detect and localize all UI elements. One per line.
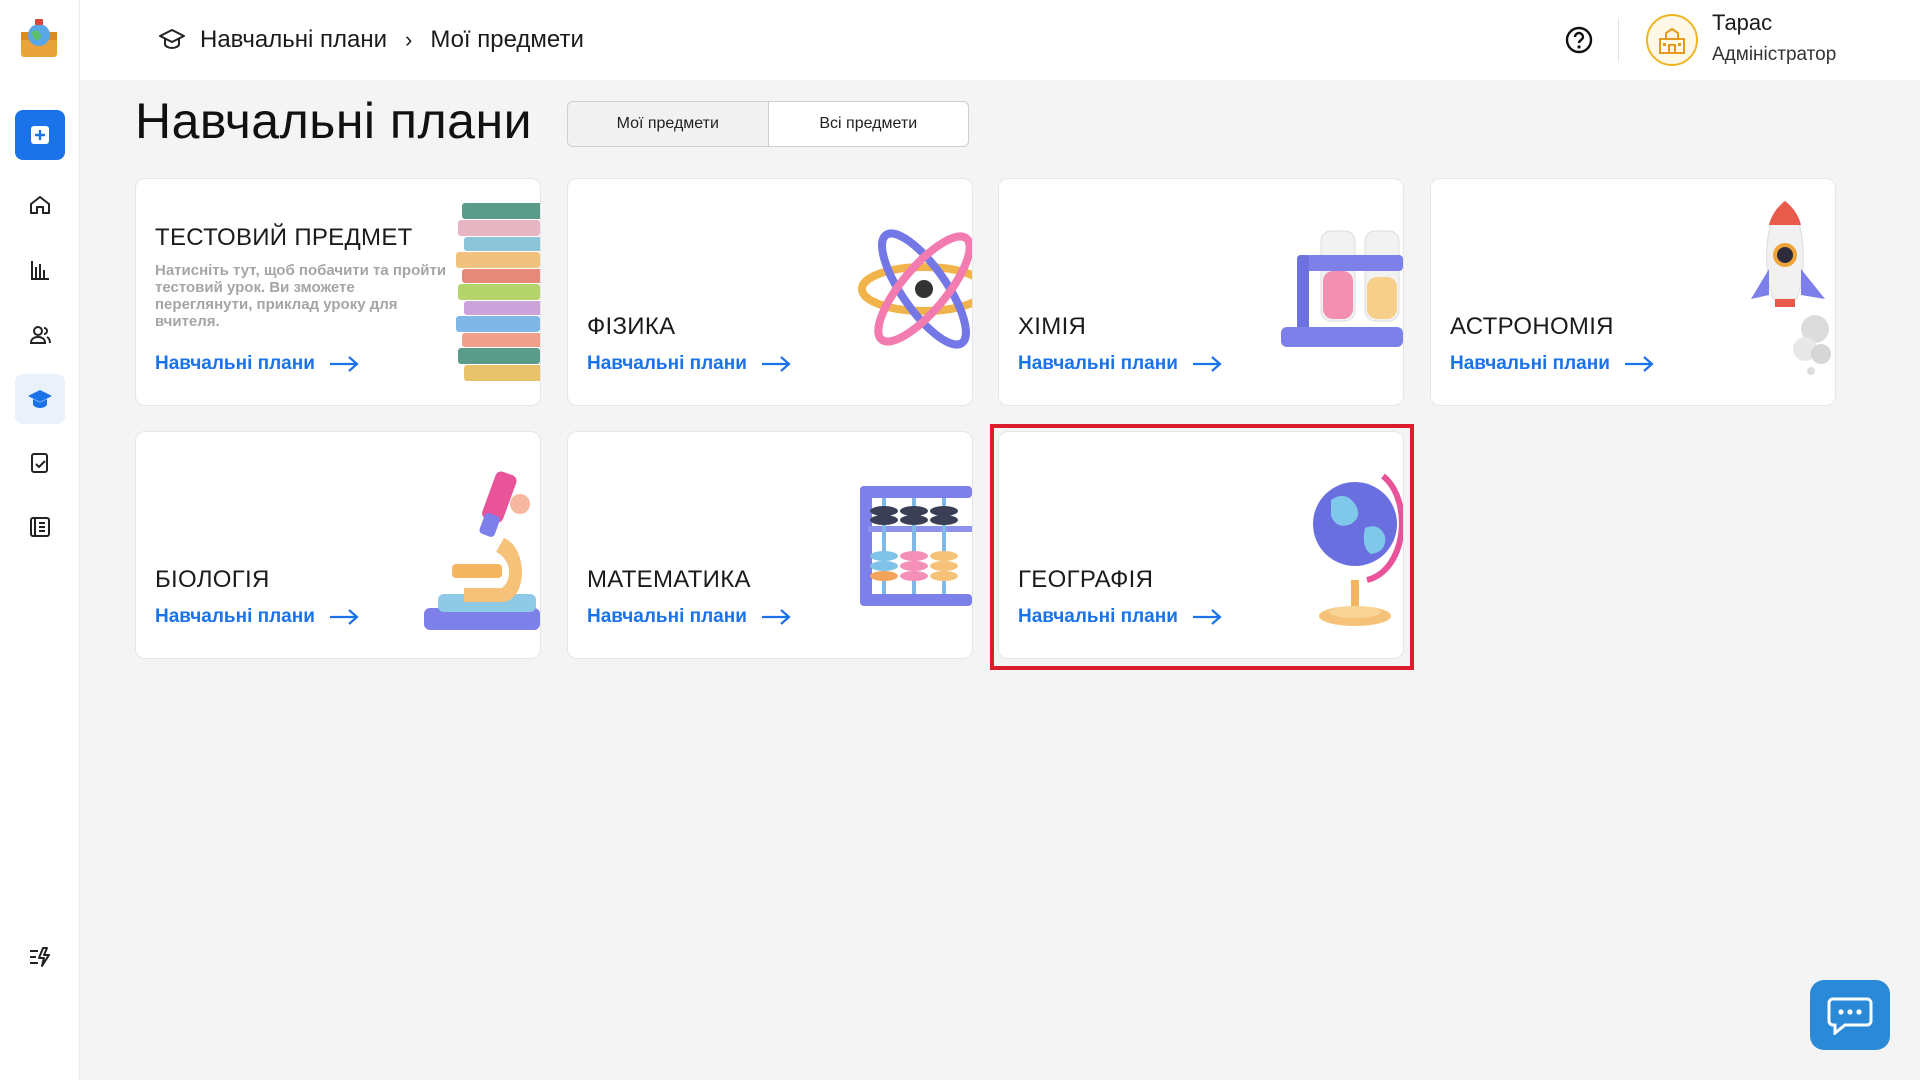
arrow-right-icon	[761, 609, 791, 625]
school-icon	[1659, 27, 1685, 54]
help-icon	[1565, 26, 1593, 54]
automation-icon	[30, 947, 50, 967]
card-link-label: Навчальні плани	[1018, 606, 1178, 627]
card-title: ТЕСТОВИЙ ПРЕДМЕТ	[155, 224, 413, 251]
sidebar-item-tasks[interactable]	[15, 438, 65, 488]
user-name[interactable]: Тарас	[1712, 10, 1772, 36]
breadcrumb-item-my-subjects: Мої предмети	[430, 26, 584, 53]
abacus-icon	[860, 486, 972, 606]
card-title: ХІМІЯ	[1018, 313, 1087, 340]
sidebar-item-journal[interactable]	[15, 502, 65, 552]
users-icon	[29, 326, 51, 344]
globe-icon	[1313, 473, 1403, 626]
user-role: Адміністратор	[1712, 44, 1837, 65]
subject-card-geography[interactable]: ГЕОГРАФІЯ Навчальні плани	[998, 431, 1404, 659]
arrow-right-icon	[1624, 356, 1654, 372]
card-link[interactable]: Навчальні плани	[1450, 353, 1654, 375]
graduation-cap-icon	[159, 29, 185, 50]
arrow-right-icon	[1192, 609, 1222, 625]
avatar[interactable]	[1646, 14, 1698, 66]
arrow-right-icon	[1192, 356, 1222, 372]
subject-card-chemistry[interactable]: ХІМІЯ Навчальні плани	[998, 178, 1404, 406]
card-title: МАТЕМАТИКА	[587, 566, 751, 593]
breadcrumb-item-curricula[interactable]: Навчальні плани	[200, 26, 387, 54]
sidebar-item-users[interactable]	[15, 310, 65, 360]
card-link[interactable]: Навчальні плани	[155, 606, 359, 628]
subject-card-mathematics[interactable]: МАТЕМАТИКА Навчальні плани	[567, 431, 973, 659]
tab-my-subjects[interactable]: Мої предмети	[568, 102, 769, 146]
card-link[interactable]: Навчальні плани	[587, 353, 791, 375]
chat-button[interactable]	[1810, 980, 1890, 1050]
card-link-label: Навчальні плани	[155, 353, 315, 374]
arrow-right-icon	[329, 609, 359, 625]
tab-all-subjects[interactable]: Всі предмети	[769, 102, 969, 146]
subject-card-physics[interactable]: ФІЗИКА Навчальні плани	[567, 178, 973, 406]
card-title: АСТРОНОМІЯ	[1450, 313, 1614, 340]
card-link[interactable]: Навчальні плани	[587, 606, 791, 628]
card-link-label: Навчальні плани	[1018, 353, 1178, 374]
arrow-right-icon	[761, 356, 791, 372]
sidebar-item-curricula[interactable]	[15, 374, 65, 424]
breadcrumb: Навчальні плани › Мої предмети	[158, 0, 584, 80]
sidebar	[0, 0, 80, 1080]
task-icon	[31, 453, 48, 473]
subject-card-biology[interactable]: БІОЛОГІЯ Навчальні плани	[135, 431, 541, 659]
card-title: ФІЗИКА	[587, 313, 676, 340]
journal-icon	[30, 517, 50, 537]
sidebar-item-automation[interactable]	[15, 932, 65, 982]
app-logo[interactable]	[18, 18, 60, 60]
add-icon	[31, 126, 49, 144]
card-link[interactable]: Навчальні плани	[155, 353, 359, 375]
card-link-label: Навчальні плани	[155, 606, 315, 627]
rocket-icon	[1751, 200, 1831, 375]
microscope-icon	[424, 471, 540, 630]
card-title: ГЕОГРАФІЯ	[1018, 566, 1154, 593]
sidebar-item-home[interactable]	[15, 180, 65, 230]
books-icon	[456, 203, 540, 381]
card-link-label: Навчальні плани	[587, 606, 747, 627]
header-divider	[1618, 18, 1619, 62]
subject-tabs: Мої предмети Всі предмети	[567, 101, 969, 147]
arrow-right-icon	[329, 356, 359, 372]
help-button[interactable]	[1564, 25, 1594, 55]
home-icon	[30, 196, 50, 214]
test-tubes-icon	[1281, 230, 1403, 347]
sidebar-item-stats[interactable]	[15, 245, 65, 295]
subject-card-astronomy[interactable]: АСТРОНОМІЯ Навчальні плани	[1430, 178, 1836, 406]
card-link[interactable]: Навчальні плани	[1018, 606, 1222, 628]
chat-icon	[1827, 997, 1873, 1035]
subject-card-test[interactable]: ТЕСТОВИЙ ПРЕДМЕТ Натисніть тут, щоб поба…	[135, 178, 541, 406]
top-header: Навчальні плани › Мої предмети Тарас Адм…	[80, 0, 1920, 80]
breadcrumb-separator: ›	[404, 27, 413, 52]
add-button[interactable]	[15, 110, 65, 160]
stats-icon	[31, 261, 49, 280]
page-title: Навчальні плани	[135, 93, 533, 149]
card-link-label: Навчальні плани	[1450, 353, 1610, 374]
atom-icon	[858, 229, 972, 349]
card-description: Натисніть тут, щоб побачити та пройти те…	[155, 262, 447, 330]
card-link[interactable]: Навчальні плани	[1018, 353, 1222, 375]
graduation-cap-icon	[28, 390, 52, 408]
card-link-label: Навчальні плани	[587, 353, 747, 374]
card-title: БІОЛОГІЯ	[155, 566, 270, 593]
